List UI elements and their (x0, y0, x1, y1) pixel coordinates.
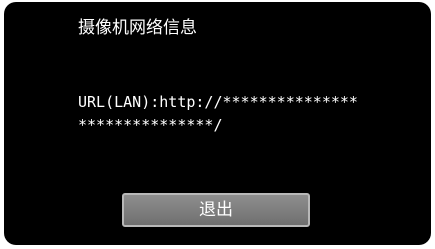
url-text-line-1: URL(LAN):http://*************** (78, 93, 358, 111)
network-info-dialog: 摄像机网络信息 URL(LAN):http://*************** … (4, 2, 431, 245)
dialog-title: 摄像机网络信息 (78, 18, 197, 38)
url-text-line-2: ***************/ (78, 116, 223, 134)
exit-button[interactable]: 退出 (122, 193, 310, 227)
camera-screen: 摄像机网络信息 URL(LAN):http://*************** … (0, 0, 435, 249)
